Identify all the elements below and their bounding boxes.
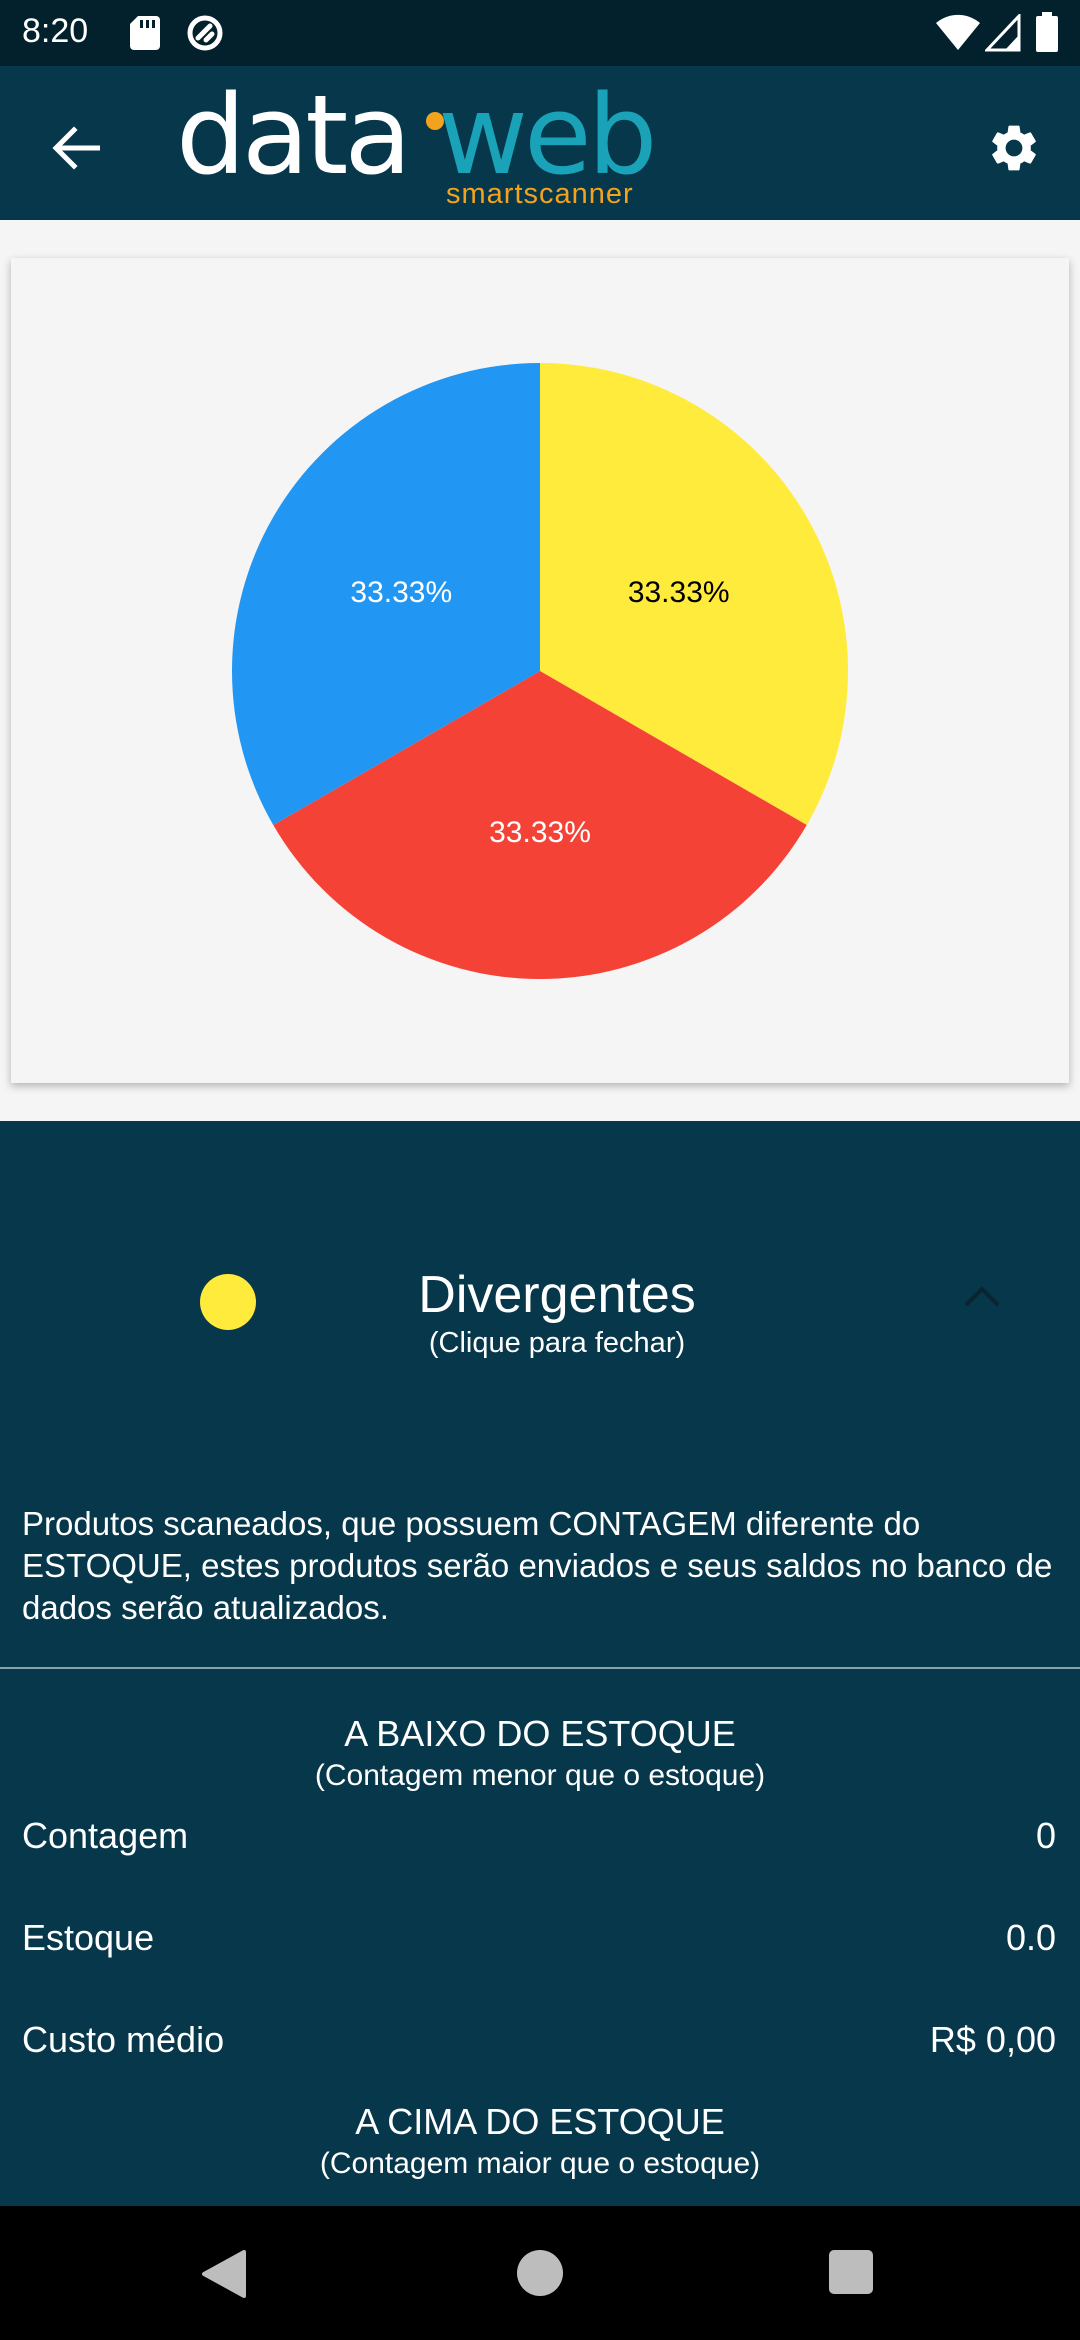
settings-button[interactable]	[976, 110, 1052, 186]
below-stock-title: A BAIXO DO ESTOQUE	[344, 1713, 736, 1754]
above-stock-subtitle: (Contagem maior que o estoque)	[319, 2147, 761, 2180]
stock-label: Estoque	[22, 1917, 155, 1958]
logo-subtitle: smartscanner	[446, 178, 634, 210]
above-stock-title: A CIMA DO ESTOQUE	[355, 2101, 725, 2142]
below-stock-subtitle: (Contagem menor que o estoque)	[314, 1759, 766, 1792]
gear-icon	[992, 125, 1036, 171]
legend-panel: Divergentes (Clique para fechar) Produto…	[0, 1121, 1080, 2206]
status-bar: 8:20	[0, 0, 1080, 66]
nav-recents-icon[interactable]	[829, 2250, 873, 2294]
battery-icon	[1036, 12, 1058, 52]
wifi-icon	[936, 14, 980, 51]
signal-icon	[985, 14, 1021, 52]
legend-subtitle: (Clique para fechar)	[428, 1327, 686, 1359]
legend-title: Divergentes	[418, 1266, 696, 1324]
do-not-disturb-icon	[187, 15, 223, 51]
stock-value: 0.0	[1005, 1917, 1056, 1958]
nav-back-icon[interactable]	[200, 2250, 250, 2298]
legend-description: Produtos scaneados, que possuem CONTAGEM…	[22, 1505, 1053, 1626]
count-label: Contagem	[22, 1815, 189, 1856]
back-button[interactable]	[38, 110, 114, 186]
status-time: 8:20	[22, 12, 89, 50]
legend-header[interactable]: Divergentes (Clique para fechar)	[0, 1121, 1080, 1371]
app-bar: data web smartscanner	[0, 66, 1080, 220]
app-logo: data web smartscanner	[176, 71, 657, 210]
average-cost-label: Custo médio	[22, 2019, 225, 2060]
chevron-up-icon	[964, 1286, 1000, 1307]
average-cost-value: R$ 0,00	[929, 2019, 1056, 2060]
pie-slice-label-1: 33.33%	[489, 816, 591, 849]
logo-text-data: data	[176, 71, 412, 199]
divider	[0, 1667, 1080, 1669]
arrow-back-icon	[52, 126, 100, 170]
chart-card: 33.33% 33.33% 33.33%	[11, 258, 1069, 1083]
pie-chart[interactable]: 33.33% 33.33% 33.33%	[11, 258, 1069, 1083]
nav-home-icon[interactable]	[517, 2250, 563, 2296]
logo-text-web: web	[438, 71, 657, 199]
sd-card-icon	[130, 16, 160, 50]
count-value: 0	[1035, 1815, 1056, 1856]
pie-slice-label-0: 33.33%	[628, 576, 730, 609]
navigation-bar	[0, 2206, 1080, 2340]
pie-slice-label-2: 33.33%	[350, 576, 452, 609]
